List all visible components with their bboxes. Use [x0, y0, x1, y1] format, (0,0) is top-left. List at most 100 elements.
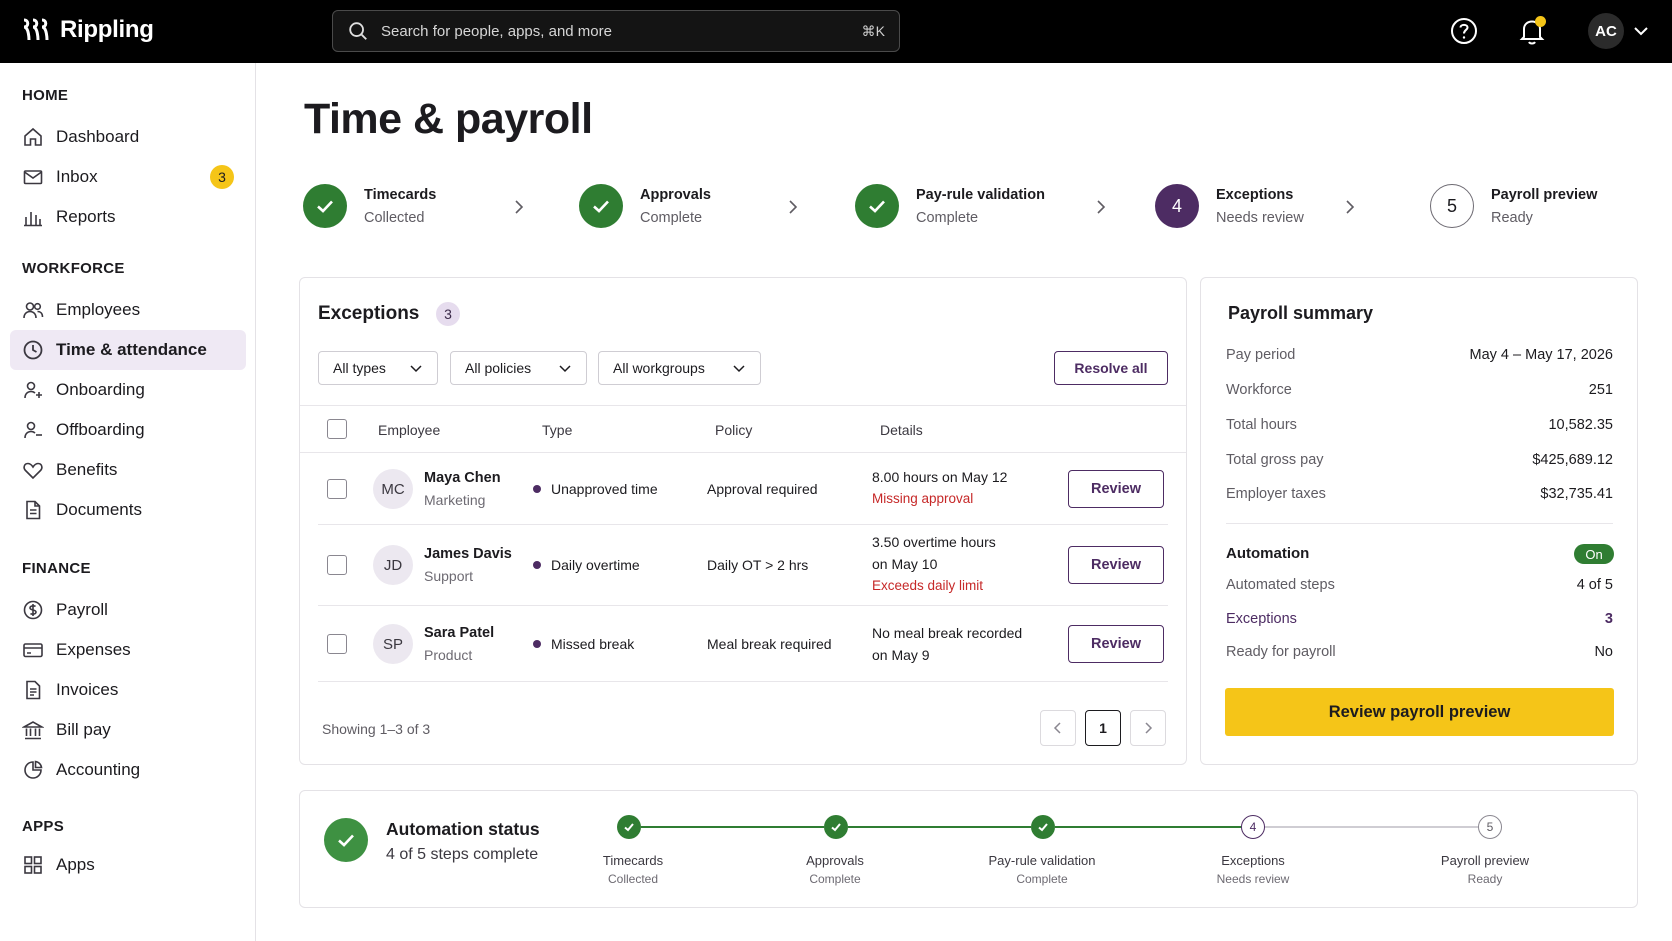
sidebar-item-inbox[interactable]: Inbox 3 [10, 157, 246, 197]
resolve-all-button[interactable]: Resolve all [1054, 351, 1168, 385]
summary-value: 4 of 5 [1576, 577, 1613, 593]
row-checkbox[interactable] [327, 555, 347, 575]
sidebar-section-home: HOME [22, 87, 69, 104]
sidebar-item-label: Reports [56, 207, 116, 226]
employee-name[interactable]: Sara Patel [424, 625, 494, 641]
summary-label: Pay period [1226, 347, 1296, 363]
grid-icon [24, 856, 42, 874]
employee-name[interactable]: Maya Chen [424, 470, 501, 486]
filter-label: All types [333, 360, 386, 376]
sidebar-item-documents[interactable]: Documents [10, 490, 246, 530]
sidebar-item-onboarding[interactable]: Onboarding [10, 370, 246, 410]
pagination-prev-button[interactable] [1040, 710, 1076, 746]
select-all-checkbox[interactable] [327, 419, 347, 439]
filter-types-dropdown[interactable]: All types [318, 351, 438, 385]
step-status: Complete [916, 209, 979, 226]
check-icon [338, 834, 354, 847]
exception-policy: Meal break required [707, 636, 832, 652]
mini-step-status: Ready [1467, 872, 1503, 886]
search-input[interactable]: Search for people, apps, and more [381, 23, 862, 40]
dollar-circle-icon [23, 600, 43, 620]
step-timecards[interactable]: Timecards Collected [303, 184, 436, 228]
sidebar-item-accounting[interactable]: Accounting [10, 750, 246, 790]
filter-workgroups-dropdown[interactable]: All workgroups [598, 351, 761, 385]
search-icon [349, 22, 367, 40]
sidebar-item-invoices[interactable]: Invoices [10, 670, 246, 710]
sidebar-item-dashboard[interactable]: Dashboard [10, 117, 246, 157]
app-name: Rippling [60, 16, 154, 43]
sidebar-item-label: Payroll [56, 600, 108, 619]
filter-policies-dropdown[interactable]: All policies [450, 351, 587, 385]
sidebar-section-finance: FINANCE [22, 560, 91, 577]
sidebar-item-expenses[interactable]: Expenses [10, 630, 246, 670]
bank-icon [22, 721, 44, 740]
automation-status-title: Automation status [386, 819, 540, 839]
pagination-next-button[interactable] [1130, 710, 1166, 746]
chevron-down-icon [410, 365, 422, 373]
automation-status-card: Automation status 4 of 5 steps complete … [299, 790, 1638, 908]
inbox-count-badge: 3 [210, 165, 234, 189]
step-exceptions[interactable]: 4 Exceptions Needs review [1155, 184, 1304, 228]
automation-status-badge[interactable]: On [1574, 544, 1614, 564]
user-minus-icon [24, 421, 42, 439]
sidebar-item-time-attendance[interactable]: Time & attendance [10, 330, 246, 370]
help-button[interactable] [1447, 14, 1481, 48]
sidebar-item-reports[interactable]: Reports [10, 197, 246, 237]
sidebar-item-employees[interactable]: Employees [10, 290, 246, 330]
rippling-logo[interactable]: Rippling [22, 16, 154, 44]
step-complete-indicator [579, 184, 623, 228]
column-header-policy[interactable]: Policy [715, 422, 752, 438]
search-shortcut: ⌘K [861, 22, 885, 39]
home-icon [24, 127, 42, 146]
detail-line: on May 9 [872, 647, 930, 663]
user-avatar[interactable]: AC [1588, 13, 1624, 49]
notification-dot [1535, 16, 1546, 27]
row-checkbox[interactable] [327, 479, 347, 499]
sidebar-item-apps[interactable]: Apps [10, 845, 246, 885]
step-approvals[interactable]: Approvals Complete [579, 184, 711, 228]
sidebar-item-bill-pay[interactable]: Bill pay [10, 710, 246, 750]
sidebar-item-offboarding[interactable]: Offboarding [10, 410, 246, 450]
notifications-button[interactable] [1515, 14, 1549, 48]
sidebar-item-label: Benefits [56, 460, 118, 479]
sidebar-item-label: Expenses [56, 640, 131, 659]
review-button[interactable]: Review [1068, 625, 1164, 663]
table-row[interactable]: SP Sara Patel Product Missed break Meal … [318, 606, 1168, 682]
mini-step-label: Timecards [602, 853, 664, 868]
review-button[interactable]: Review [1068, 546, 1164, 584]
sidebar-item-label: Time & attendance [56, 340, 207, 359]
clock-icon [23, 340, 43, 360]
summary-row-exceptions[interactable]: Exceptions 3 [1226, 611, 1613, 627]
exception-type-label: Daily overtime [551, 557, 640, 573]
pagination-page-button[interactable]: 1 [1085, 710, 1121, 746]
sidebar-item-label: Inbox [56, 167, 98, 186]
sidebar-item-payroll[interactable]: Payroll [10, 590, 246, 630]
review-payroll-preview-button[interactable]: Review payroll preview [1225, 688, 1614, 736]
column-header-details[interactable]: Details [880, 422, 923, 438]
column-header-type[interactable]: Type [542, 422, 572, 438]
summary-row-ready-for-payroll: Ready for payroll No [1226, 644, 1613, 660]
avatar: SP [373, 624, 413, 664]
step-pay-rule-validation[interactable]: Pay-rule validation Complete [855, 184, 1045, 228]
mini-step-label: Exceptions [1221, 853, 1285, 868]
mini-step-status: Complete [809, 872, 861, 886]
chevron-down-icon[interactable] [1632, 22, 1650, 40]
table-row[interactable]: MC Maya Chen Marketing Unapproved time A… [318, 454, 1168, 525]
mini-step-payroll-preview: 5 [1478, 815, 1502, 839]
step-payroll-preview[interactable]: 5 Payroll preview Ready [1430, 184, 1597, 228]
sidebar-item-benefits[interactable]: Benefits [10, 450, 246, 490]
sidebar-item-label: Dashboard [56, 127, 140, 146]
table-row[interactable]: JD James Davis Support Daily overtime Da… [318, 525, 1168, 606]
employee-name[interactable]: James Davis [424, 546, 512, 562]
column-header-employee[interactable]: Employee [378, 422, 440, 438]
chevron-right-icon [1346, 200, 1355, 214]
global-search[interactable]: Search for people, apps, and more ⌘K [332, 10, 900, 52]
sidebar-item-label: Documents [56, 500, 142, 519]
automation-complete-indicator [324, 818, 368, 862]
row-checkbox[interactable] [327, 634, 347, 654]
sidebar-item-label: Bill pay [56, 720, 111, 739]
rippling-logo-mark [22, 17, 50, 43]
mini-step-label: Payroll preview [1440, 853, 1530, 868]
review-button[interactable]: Review [1068, 470, 1164, 508]
exception-policy: Daily OT > 2 hrs [707, 557, 809, 573]
